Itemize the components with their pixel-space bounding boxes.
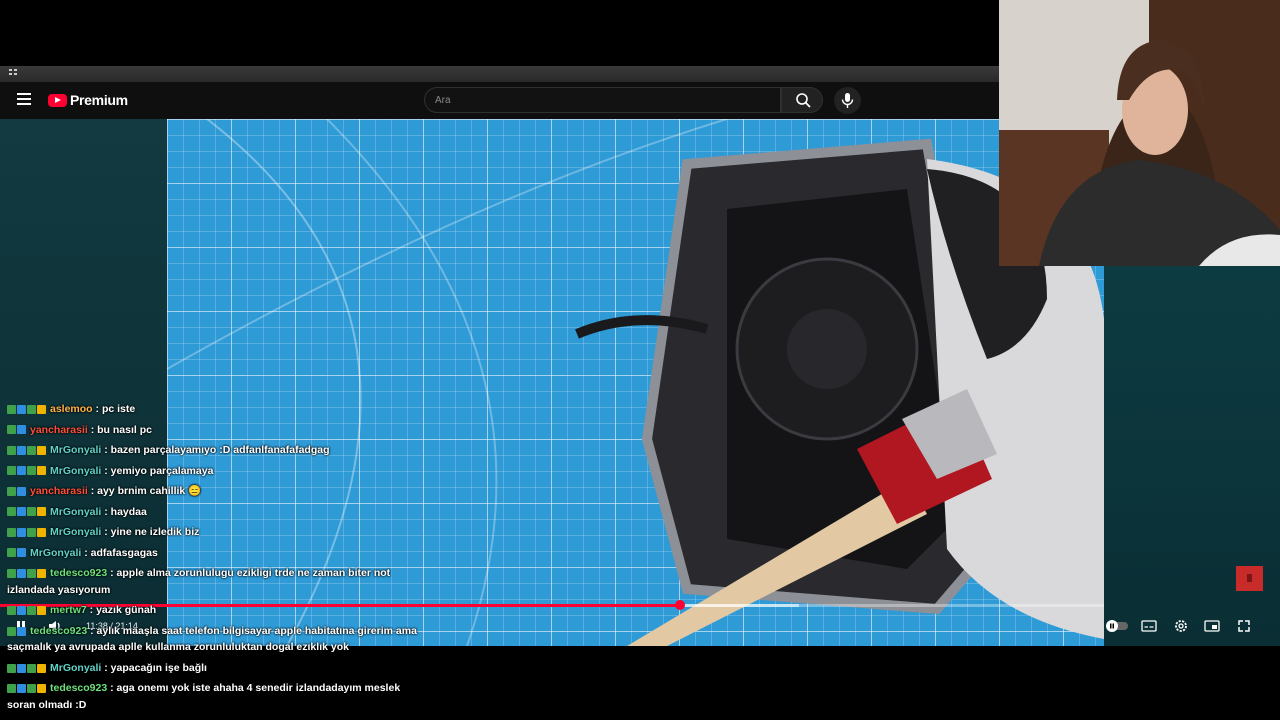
chat-username[interactable]: MrGonyali (50, 506, 101, 518)
chat-username[interactable]: MrGonyali (30, 547, 81, 559)
chat-text: : bazen parçalayamıyo :D adfanlfanafafad… (101, 444, 330, 457)
chat-text: : pc iste (92, 403, 136, 416)
logo-text: Premium (70, 92, 128, 108)
chat-username[interactable]: MrGonyali (50, 662, 101, 674)
fullscreen-icon[interactable] (1237, 619, 1251, 633)
chat-badges-icon (7, 660, 47, 677)
miniplayer-icon[interactable] (1204, 619, 1220, 633)
chat-message: tedesco923 : apple alma zorunlulugu ezik… (7, 565, 427, 598)
chat-username[interactable]: tedesco923 (50, 567, 107, 579)
overlay-button[interactable] (1236, 566, 1263, 591)
progress-buffered (680, 604, 799, 607)
chat-badges-icon (7, 524, 47, 541)
streamer-webcam (999, 0, 1280, 266)
chat-text: : yazık günah (86, 604, 157, 617)
chat-username[interactable]: MrGonyali (50, 465, 101, 477)
chat-badges-icon (7, 422, 27, 439)
chat-message: MrGonyali : adfafasgagas (7, 545, 427, 562)
chat-username[interactable]: tedesco923 (50, 682, 107, 694)
search-icon (796, 93, 811, 108)
chat-badges-icon (7, 401, 47, 418)
chat-message: MrGonyali : haydaa (7, 504, 427, 521)
youtube-play-icon (48, 93, 67, 107)
voice-search-button[interactable] (834, 87, 861, 114)
chat-username[interactable]: MrGonyali (50, 444, 101, 456)
chat-badges-icon (7, 565, 47, 582)
chat-text: : yine ne izledik biz (101, 526, 200, 539)
youtube-premium-logo[interactable]: Premium (48, 92, 128, 108)
top-black-strip (0, 0, 1000, 66)
hamburger-menu-icon[interactable] (17, 93, 31, 105)
chat-message: yancharasii : bu nasıl pc (7, 422, 427, 439)
chat-username[interactable]: yancharasii (30, 485, 88, 497)
chat-text: : haydaa (101, 505, 147, 518)
chat-badges-icon (7, 463, 47, 480)
apps-grid-icon[interactable] (8, 66, 20, 78)
chat-text: : yemiyo parçalamaya (101, 464, 214, 477)
search-button[interactable] (781, 87, 823, 113)
chat-overlay: aslemoo : pc iste yancharasii : bu nasıl … (7, 401, 427, 717)
chat-message: MrGonyali : yine ne izledik biz (7, 524, 427, 541)
chat-badges-icon (7, 623, 27, 640)
youtube-header: Premium Ara (0, 82, 999, 119)
chat-message: MrGonyali : yemiyo parçalamaya (7, 463, 427, 480)
chat-badges-icon (7, 483, 27, 500)
chat-text: : adfafasgagas (81, 546, 158, 559)
chat-message: tedesco923 : aylık maaşla saat telefon b… (7, 623, 427, 656)
chat-badges-icon (7, 680, 47, 697)
chat-text: : ayy brnim cahillik 😑 (87, 485, 202, 498)
chat-message: yancharasii : ayy brnim cahillik 😑 (7, 483, 427, 500)
chat-badges-icon (7, 442, 47, 459)
chat-message: tedesco923 : aga onemı yok iste ahaha 4 … (7, 680, 427, 713)
chat-badges-icon (7, 602, 47, 619)
chat-message: mertw7 : yazık günah (7, 602, 427, 619)
browser-bar (0, 66, 999, 82)
chat-message: aslemoo : pc iste (7, 401, 427, 418)
chat-message: MrGonyali : yapacağın işe bağlı (7, 660, 427, 677)
chat-message: MrGonyali : bazen parçalayamıyo :D adfan… (7, 442, 427, 459)
overlay-logo-icon (1247, 574, 1252, 582)
subtitles-icon[interactable] (1141, 619, 1157, 633)
chat-text: : yapacağın işe bağlı (101, 661, 207, 674)
chat-badges-icon (7, 504, 47, 521)
settings-gear-icon[interactable] (1173, 618, 1189, 634)
chat-username[interactable]: mertw7 (50, 604, 87, 616)
microphone-icon (841, 93, 854, 108)
chat-text: : bu nasıl pc (87, 423, 152, 436)
chat-username[interactable]: tedesco923 (30, 625, 87, 637)
chat-username[interactable]: MrGonyali (50, 526, 101, 538)
search-input[interactable]: Ara (424, 87, 781, 113)
chat-badges-icon (7, 545, 27, 562)
autoplay-toggle-icon[interactable] (1104, 619, 1130, 633)
chat-username[interactable]: aslemoo (50, 403, 93, 415)
chat-username[interactable]: yancharasii (30, 424, 88, 436)
webcam-image (999, 0, 1280, 266)
